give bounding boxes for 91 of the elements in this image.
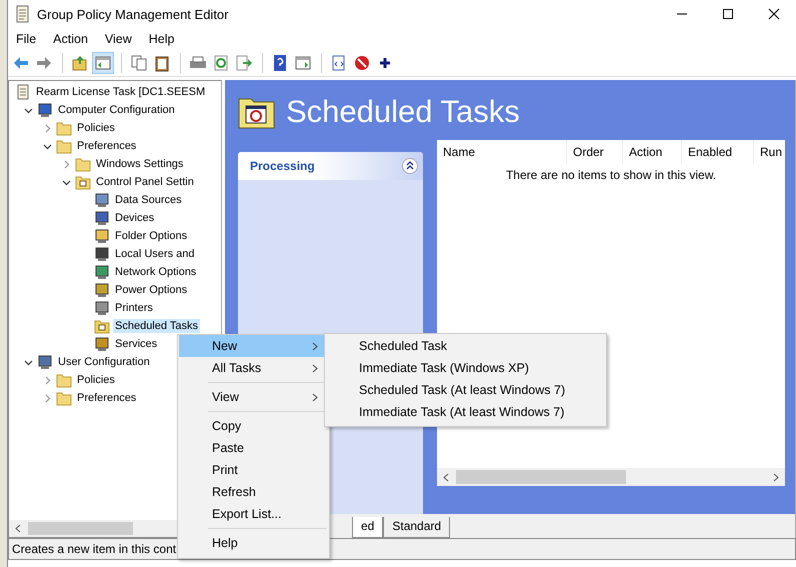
tree-item[interactable]: Preferences: [75, 139, 138, 153]
tree-node-icon: [94, 282, 110, 298]
tree-item[interactable]: Windows Settings: [94, 157, 186, 171]
menu-item[interactable]: View: [179, 386, 328, 408]
stop-icon: [353, 54, 371, 72]
tree-item[interactable]: Preferences: [75, 391, 138, 405]
menu-item[interactable]: Immediate Task (At least Windows 7): [325, 401, 606, 423]
toolbar-button[interactable]: [92, 52, 114, 74]
menu-item[interactable]: Refresh: [179, 481, 328, 503]
tree-node-icon: [94, 336, 110, 352]
column-header[interactable]: Name: [437, 140, 567, 164]
expand-chevron-icon[interactable]: [42, 394, 52, 402]
tree-item[interactable]: Folder Options: [113, 229, 190, 243]
tree-item[interactable]: Data Sources: [113, 193, 184, 207]
status-text: Creates a new item in this cont: [12, 542, 176, 556]
paste-icon: [153, 54, 171, 72]
tree-item[interactable]: Control Panel Settin: [94, 175, 196, 189]
tree-item[interactable]: Devices: [113, 211, 156, 225]
tree-node-icon: [37, 102, 53, 118]
expand-chevron-icon[interactable]: [42, 124, 52, 132]
tree-item[interactable]: Power Options: [113, 283, 190, 297]
details-title: Scheduled Tasks: [286, 94, 520, 130]
collapse-chevron-icon[interactable]: [24, 358, 32, 366]
tree-item[interactable]: Rearm License Task [DC1.SEESM: [34, 85, 208, 99]
tree-item[interactable]: Local Users and: [113, 247, 196, 261]
menu-item[interactable]: Export List...: [179, 503, 328, 525]
folder-icon: [56, 390, 72, 406]
menu-item[interactable]: Immediate Task (Windows XP): [325, 357, 606, 379]
column-header[interactable]: Order: [567, 140, 623, 164]
tree-node-icon: [94, 228, 110, 244]
menu-item[interactable]: Help: [179, 532, 328, 554]
tree-item[interactable]: User Configuration: [56, 355, 152, 369]
pane-right-icon: [294, 54, 312, 72]
tree-item[interactable]: Services: [113, 337, 160, 351]
maximize-icon[interactable]: [722, 8, 734, 20]
expand-chevron-icon[interactable]: [42, 376, 52, 384]
folder-icon: [75, 156, 91, 172]
window-title: Group Policy Management Editor: [37, 6, 228, 22]
tree-item[interactable]: Network Options: [113, 265, 198, 279]
menu-item[interactable]: Scheduled Task: [325, 335, 606, 357]
folder-icon: [56, 120, 72, 136]
forward-icon: [35, 54, 53, 72]
menu-item[interactable]: Print: [179, 459, 328, 481]
pane-icon: [94, 54, 112, 72]
refresh-icon: [212, 54, 230, 72]
help-icon: [271, 54, 289, 72]
tree-node-icon: [75, 174, 91, 190]
expand-chevron-icon[interactable]: [62, 160, 70, 168]
menu-item[interactable]: Scheduled Task (At least Windows 7): [325, 379, 606, 401]
collapse-chevron-icon[interactable]: [62, 178, 70, 186]
horizontal-scrollbar[interactable]: [437, 468, 785, 486]
tree-node-icon: [94, 246, 110, 262]
menu-item[interactable]: Paste: [179, 437, 328, 459]
menu-item[interactable]: All Tasks: [179, 357, 328, 379]
document-icon: [15, 84, 31, 100]
tree-node-icon: [94, 192, 110, 208]
view-tab[interactable]: ed: [352, 517, 384, 538]
folder-icon: [56, 372, 72, 388]
tree-node-icon: [94, 318, 110, 334]
menu-item[interactable]: File: [16, 32, 36, 46]
tree-node-icon: [94, 264, 110, 280]
menu-item[interactable]: Action: [53, 32, 88, 46]
menu-item[interactable]: View: [104, 32, 132, 46]
column-header[interactable]: Action: [623, 140, 682, 164]
collapse-icon[interactable]: [402, 158, 418, 174]
menu-item[interactable]: Copy: [179, 415, 328, 437]
scroll-left-icon[interactable]: [14, 524, 22, 533]
folder-icon: [56, 138, 72, 154]
tree-node-icon: [94, 300, 110, 316]
column-header[interactable]: Run: [754, 140, 782, 164]
close-icon[interactable]: [768, 8, 780, 20]
view-tab[interactable]: Standard: [383, 517, 450, 538]
tree-item[interactable]: Printers: [113, 301, 155, 315]
empty-message: There are no items to show in this view.: [506, 168, 716, 182]
tree-item[interactable]: Scheduled Tasks: [113, 319, 200, 333]
collapse-chevron-icon[interactable]: [24, 106, 32, 114]
tree-node-icon: [94, 210, 110, 226]
collapse-chevron-icon[interactable]: [42, 142, 52, 150]
tree-item[interactable]: Policies: [75, 373, 117, 387]
column-header[interactable]: Enabled: [682, 140, 754, 164]
scroll-left-icon[interactable]: [442, 472, 450, 482]
copy-icon: [130, 54, 148, 72]
scroll-icon: [15, 5, 31, 23]
menu-item[interactable]: Help: [148, 32, 174, 46]
tree-item[interactable]: Policies: [75, 121, 117, 135]
tree-node-icon: [37, 354, 53, 370]
export-icon: [235, 54, 253, 72]
processing-title: Processing: [250, 159, 315, 173]
up-folder-icon: [71, 54, 89, 72]
tree-item[interactable]: Computer Configuration: [56, 103, 177, 117]
scroll-right-icon[interactable]: [772, 472, 780, 482]
